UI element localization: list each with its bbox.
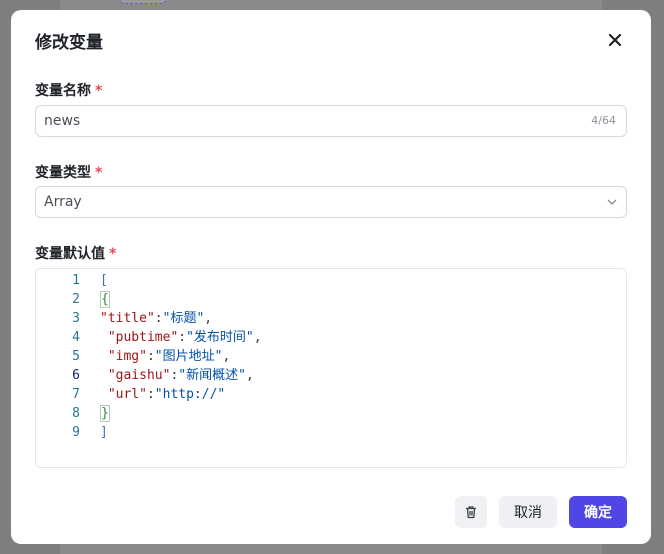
dialog-title: 修改变量 [35, 33, 103, 53]
required-mark: * [95, 83, 103, 99]
chevron-down-icon [607, 199, 617, 205]
char-counter: 4/64 [591, 114, 616, 127]
code-line: "img":"图片地址", [100, 347, 262, 366]
bracket: [ [100, 273, 108, 288]
cancel-button[interactable]: 取消 [499, 496, 557, 528]
json-value: "标题" [162, 311, 205, 326]
code-line: [ [100, 271, 262, 290]
default-label-text: 变量默认值 [35, 246, 105, 262]
json-key: "url" [100, 387, 147, 402]
line-number: 2 [72, 292, 80, 307]
code-line: { [100, 290, 262, 309]
json-value: "http://" [154, 387, 226, 402]
json-key: "gaishu" [100, 368, 171, 383]
bracket: ] [100, 425, 108, 440]
code-line: "title":"标题", [100, 309, 262, 328]
type-label-text: 变量类型 [35, 165, 91, 181]
json-key: "pubtime" [100, 330, 179, 345]
required-mark: * [95, 165, 103, 181]
name-input[interactable] [44, 106, 564, 136]
line-number-active: 6 [72, 368, 80, 383]
json-key: "title" [100, 311, 155, 326]
name-field-label: 变量名称 * [35, 80, 102, 100]
line-number: 9 [72, 425, 80, 440]
name-label-text: 变量名称 [35, 83, 91, 99]
type-select[interactable]: Array [35, 186, 627, 218]
json-colon: : [154, 311, 163, 326]
line-number: 1 [72, 273, 80, 288]
json-comma: , [222, 349, 231, 364]
json-value: "图片地址" [154, 349, 223, 364]
json-comma: , [245, 368, 254, 383]
type-select-value: Array [44, 194, 82, 210]
delete-button[interactable] [455, 496, 487, 528]
json-colon: : [146, 387, 155, 402]
required-mark: * [109, 246, 117, 262]
close-icon [608, 33, 622, 47]
line-number-gutter: 1 2 3 4 5 6 7 8 9 [36, 271, 80, 442]
json-key: "img" [100, 349, 147, 364]
code-line: ] [100, 423, 262, 442]
code-line: "url":"http://" [100, 385, 262, 404]
code-line: } [100, 404, 262, 423]
line-number: 4 [72, 330, 80, 345]
code-lines[interactable]: [ { "title":"标题", "pubtime":"发布时间", "img… [100, 271, 262, 442]
bracket-highlight: } [100, 405, 110, 422]
trash-icon [466, 506, 476, 519]
json-comma: , [204, 311, 213, 326]
line-number: 8 [72, 406, 80, 421]
edit-variable-dialog: 修改变量 变量名称* 4/64 变量类型* Array 变量默认值* 1 2 3… [11, 10, 651, 544]
json-value: "新闻概述" [178, 368, 246, 383]
type-field-label: 变量类型 * [35, 162, 102, 182]
name-input-wrapper[interactable]: 4/64 [35, 105, 627, 137]
code-line: "gaishu":"新闻概述", [100, 366, 262, 385]
line-number: 3 [72, 311, 80, 326]
bracket-highlight: { [100, 291, 110, 308]
json-comma: , [253, 330, 262, 345]
line-number: 7 [72, 387, 80, 402]
code-line: "pubtime":"发布时间", [100, 328, 262, 347]
close-button[interactable] [603, 28, 627, 52]
json-colon: : [146, 349, 155, 364]
json-colon: : [178, 330, 187, 345]
line-number: 5 [72, 349, 80, 364]
background-element [120, 0, 166, 4]
json-value: "发布时间" [186, 330, 254, 345]
default-field-label: 变量默认值 * [35, 243, 116, 263]
confirm-button[interactable]: 确定 [569, 496, 627, 528]
code-editor[interactable]: 1 2 3 4 5 6 7 8 9 [ { "title":"标题", "pub… [35, 268, 627, 468]
